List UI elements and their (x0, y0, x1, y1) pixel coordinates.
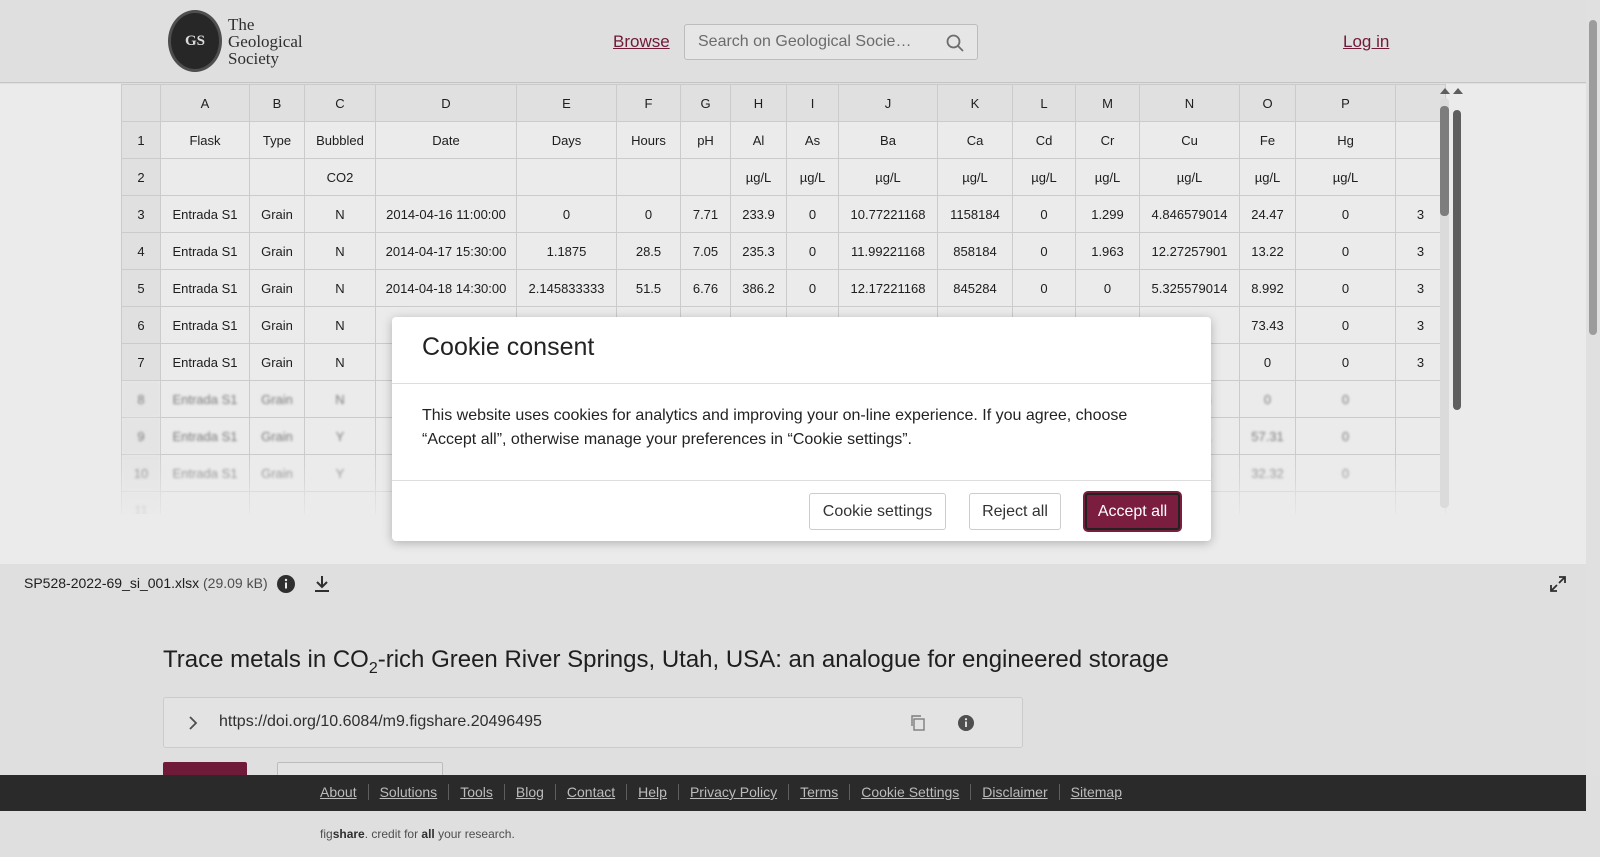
cookie-consent-dialog: Cookie consent This website uses cookies… (392, 317, 1211, 541)
divider (392, 480, 1211, 481)
cookie-settings-button[interactable]: Cookie settings (809, 493, 946, 530)
accept-all-button[interactable]: Accept all (1085, 493, 1180, 530)
reject-all-button[interactable]: Reject all (969, 493, 1061, 530)
cookie-dialog-title: Cookie consent (422, 333, 595, 361)
divider (392, 383, 1211, 384)
cookie-dialog-body: This website uses cookies for analytics … (422, 407, 1128, 448)
